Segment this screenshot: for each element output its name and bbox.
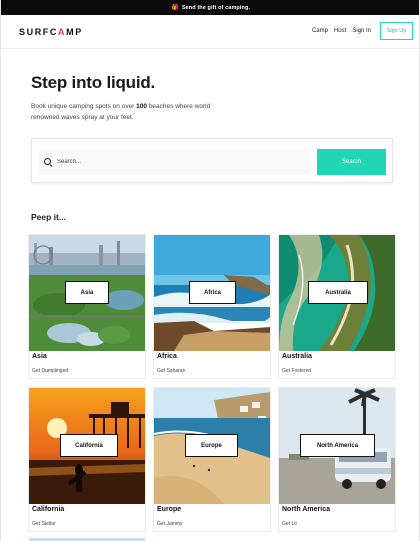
card-title: Europe — [157, 506, 182, 513]
card-title: California — [32, 506, 65, 513]
card-tag: Asia — [65, 281, 109, 304]
card-tag: Europe — [185, 434, 238, 457]
search-field[interactable] — [39, 149, 309, 175]
nav-links: Camp Host Sign In — [312, 28, 371, 34]
logo[interactable]: SURFCAMP — [19, 27, 83, 37]
card-cta[interactable]: Get Saharan — [157, 368, 185, 374]
gift-icon: 🎁 — [171, 4, 179, 11]
destination-card-california[interactable]: California California Get Stellar — [28, 387, 146, 532]
destination-card-australia[interactable]: Australia Australia Get Fostered — [278, 234, 396, 379]
card-title: Africa — [157, 353, 177, 360]
search-panel: Search — [31, 138, 393, 183]
hero-subtitle: Book unique camping spots on over 100 be… — [31, 103, 211, 121]
destination-card-north-america[interactable]: North America North America Get Lit — [278, 387, 396, 532]
nav-link-sign-in[interactable]: Sign In — [352, 28, 371, 34]
top-nav: SURFCAMP Camp Host Sign In Sign Up — [1, 15, 419, 49]
card-title: Asia — [32, 353, 47, 360]
destination-card-africa[interactable]: Africa Africa Get Saharan — [153, 234, 271, 379]
search-icon — [44, 157, 53, 167]
card-cta[interactable]: Get Fostered — [282, 368, 311, 374]
section-title: Peep it... — [31, 212, 66, 222]
card-tag: Africa — [189, 281, 236, 304]
search-button[interactable]: Search — [317, 149, 386, 175]
hero-title: Step into liquid. — [31, 73, 156, 92]
card-cta[interactable]: Get Dumplinged — [32, 368, 68, 374]
promo-text: Send the gift of camping. — [181, 4, 251, 11]
card-tag: Australia — [308, 281, 368, 304]
card-title: North America — [282, 506, 330, 513]
card-cta[interactable]: Get Stellar — [32, 521, 56, 527]
nav-link-host[interactable]: Host — [334, 28, 346, 34]
nav-link-camp[interactable]: Camp — [312, 28, 328, 34]
destination-card-asia[interactable]: Asia Asia Get Dumplinged — [28, 234, 146, 379]
card-cta[interactable]: Get Lit — [282, 521, 297, 527]
sign-up-button[interactable]: Sign Up — [380, 22, 413, 40]
search-input[interactable] — [57, 159, 287, 165]
card-title: Australia — [282, 353, 312, 360]
card-tag: California — [60, 434, 118, 457]
destination-card-europe[interactable]: Europe Europe Get Jammy — [153, 387, 271, 532]
page-frame: 🎁 Send the gift of camping. SURFCAMP Cam… — [0, 0, 420, 541]
card-cta[interactable]: Get Jammy — [157, 521, 183, 527]
promo-banner[interactable]: 🎁 Send the gift of camping. — [1, 0, 419, 15]
card-tag: North America — [300, 434, 375, 457]
